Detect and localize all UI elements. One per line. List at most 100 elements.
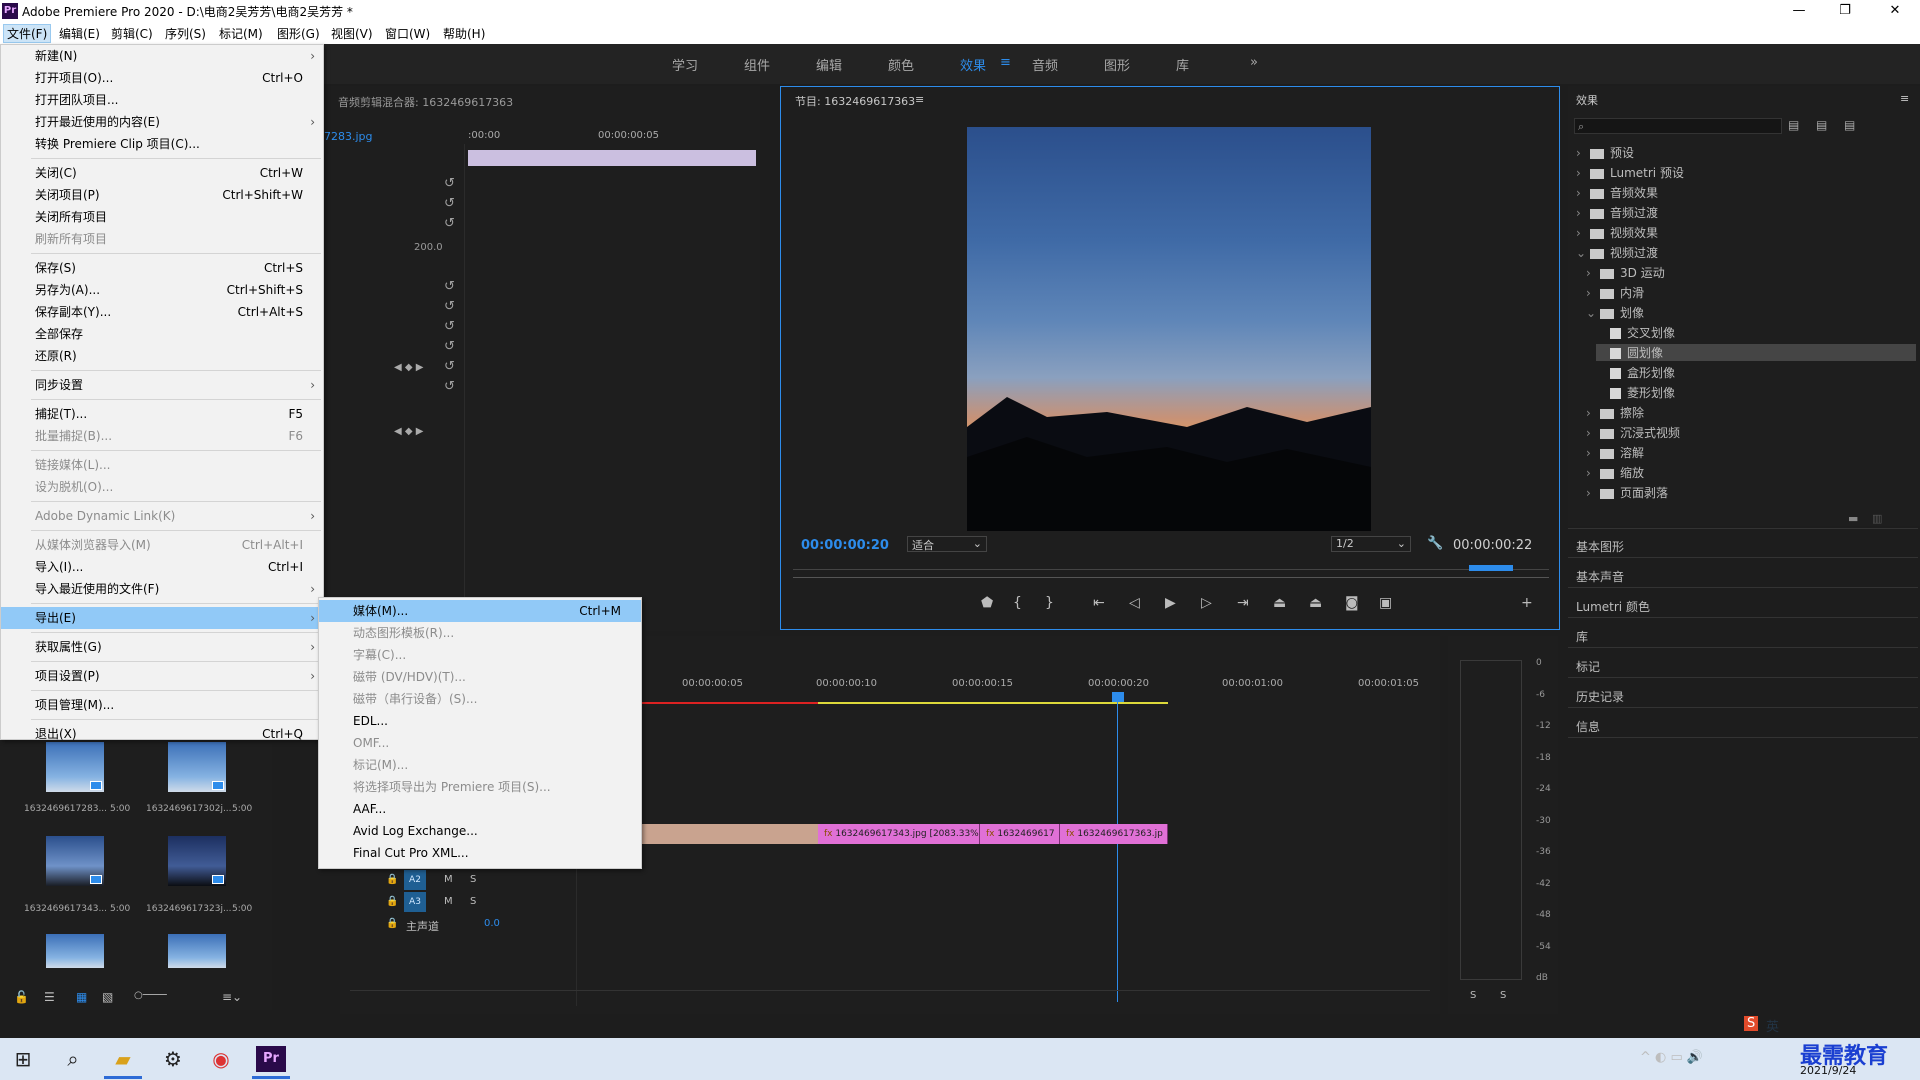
menu-view[interactable]: 视图(V) [328,25,376,42]
effects-item[interactable]: 圆划像 [1596,344,1916,361]
chevron-right-icon[interactable]: › [1586,406,1598,420]
effects-item[interactable]: 菱形划像 [1596,384,1675,401]
effects-item[interactable]: 交叉划像 [1596,324,1675,341]
keyframe-nav-icon[interactable]: ◀ ◆ ▶ [394,426,423,437]
step-forward-icon[interactable]: ▷ [1201,595,1212,611]
effects-folder[interactable]: › 擦除 [1586,404,1644,421]
file-menu-item[interactable]: 还原(R) [1,345,323,367]
chevron-right-icon[interactable]: › [1586,466,1598,480]
project-thumbnail[interactable] [46,836,104,886]
system-tray-icon[interactable]: ^ ◐ ▭ 🔊 [1640,1050,1703,1065]
comparison-view-icon[interactable]: ▣ [1379,595,1392,611]
export-menu-item[interactable]: AAF... [319,798,641,820]
timeline-clip[interactable]: fx 1632469617 [980,824,1060,844]
resolution-dropdown[interactable]: 1/2 ⌄ [1331,536,1411,552]
mixer-clip-name[interactable]: 7283.jpg [324,130,464,144]
effects-item[interactable]: 盒形划像 [1596,364,1675,381]
file-menu-item[interactable]: 链接媒体(L)... [1,454,323,476]
file-menu-item[interactable]: 打开团队项目... [1,89,323,111]
mixer-clip-bar[interactable] [468,150,756,166]
solo-left-button[interactable]: S [1470,990,1476,1001]
file-menu-item[interactable]: 批量捕捉(B)... F6 [1,425,323,447]
file-menu-item[interactable]: 全部保存 [1,323,323,345]
step-back-icon[interactable]: ◁ [1129,595,1140,611]
file-menu-item[interactable]: 新建(N) › [1,45,323,67]
program-current-timecode[interactable]: 00:00:00:20 [801,538,889,553]
panel-history[interactable]: 历史记录 [1576,688,1624,705]
play-icon[interactable]: ▶ [1165,595,1176,611]
close-button[interactable]: ✕ [1872,0,1918,22]
lift-icon[interactable]: ⏏ [1273,595,1286,611]
chevron-right-icon[interactable]: › [1586,426,1598,440]
zoom-slider[interactable]: ○──── [134,990,167,1001]
file-menu-item[interactable]: 项目设置(P) › [1,665,323,687]
premiere-taskbar-icon[interactable]: Pr [256,1046,286,1072]
export-menu-item[interactable]: 磁带 (DV/HDV)(T)... [319,666,641,688]
workspace-editing[interactable]: 编辑 [816,55,842,74]
export-menu-item[interactable]: 标记(M)... [319,754,641,776]
camera-icon[interactable]: ◙ [1345,595,1359,611]
file-menu-item[interactable]: 获取属性(G) › [1,636,323,658]
chevron-right-icon[interactable]: › [1576,186,1588,200]
chevron-right-icon[interactable]: › [1576,166,1588,180]
file-menu-item[interactable]: 项目管理(M)... [1,694,323,716]
add-button-icon[interactable]: + [1521,595,1533,611]
file-menu-item[interactable]: 转换 Premiere Clip 项目(C)... [1,133,323,155]
project-thumbnail[interactable] [168,742,226,792]
timeline-playhead-line[interactable] [1117,702,1118,1002]
mute-button[interactable]: M [444,896,453,907]
workspace-color[interactable]: 颜色 [888,55,914,74]
search-icon[interactable]: ⌕ [60,1046,86,1072]
new-bin-icon[interactable]: ▬ [1848,512,1858,525]
windows-start-icon[interactable]: ⊞ [10,1046,36,1072]
file-menu-item[interactable]: 导出(E) › [1,607,323,629]
export-menu-item[interactable]: 字幕(C)... [319,644,641,666]
fit-dropdown[interactable]: 适合 ⌄ [907,536,987,552]
file-menu-item[interactable]: 退出(X) Ctrl+Q [1,723,323,745]
export-menu-item[interactable]: 媒体(M)... Ctrl+M [319,600,641,622]
timeline-clip[interactable]: fx 1632469617363.jp [1060,824,1168,844]
file-menu-item[interactable]: 捕捉(T)... F5 [1,403,323,425]
reset-icon[interactable]: ↺ [444,279,455,294]
menu-window[interactable]: 窗口(W) [382,25,433,42]
effects-search-input[interactable]: ⌕ [1574,118,1782,134]
panel-markers[interactable]: 标记 [1576,658,1600,675]
mute-button[interactable]: M [444,874,453,885]
list-view-icon[interactable]: ☰ [44,990,55,1004]
settings-gear-icon[interactable]: ⚙ [160,1046,186,1072]
effects-folder[interactable]: ⌄ 视频过渡 [1576,244,1658,261]
master-volume-value[interactable]: 0.0 [484,918,500,929]
ime-logo-icon[interactable]: S [1744,1016,1759,1031]
icon-view-icon[interactable]: ▦ [76,990,87,1004]
effects-folder[interactable]: › 内滑 [1586,284,1644,301]
workspace-assembly[interactable]: 组件 [744,55,770,74]
export-menu-item[interactable]: Avid Log Exchange... [319,820,641,842]
chevron-right-icon[interactable]: › [1586,266,1598,280]
project-thumbnail[interactable] [46,742,104,792]
file-menu-item[interactable]: 同步设置 › [1,374,323,396]
sort-icon[interactable]: ≡⌄ [222,990,242,1004]
menu-clip[interactable]: 剪辑(C) [108,25,156,42]
reset-icon[interactable]: ↺ [444,196,455,211]
project-thumbnail[interactable] [168,836,226,886]
chevron-right-icon[interactable]: › [1576,146,1588,160]
solo-right-button[interactable]: S [1500,990,1506,1001]
chevron-right-icon[interactable]: › [1586,286,1598,300]
effects-folder[interactable]: › Lumetri 预设 [1576,164,1684,181]
timeline-playhead-handle[interactable] [1112,692,1124,702]
ime-language[interactable]: 英 [1766,1016,1779,1035]
export-menu-item[interactable]: OMF... [319,732,641,754]
workspace-graphics[interactable]: 图形 [1104,55,1130,74]
menu-marker[interactable]: 标记(M) [216,25,266,42]
export-menu-item[interactable]: Final Cut Pro XML... [319,842,641,864]
timeline-clip[interactable]: fx 1632469617343.jpg [2083.33%] [818,824,980,844]
lock-icon[interactable]: 🔒 [386,896,398,907]
workspace-libraries[interactable]: 库 [1176,55,1189,74]
program-menu-icon[interactable]: ≡ [915,93,924,106]
32bit-effects-icon[interactable]: ▤ [1816,118,1827,132]
lock-icon[interactable]: 🔒 [386,874,398,885]
file-menu-item[interactable]: 保存副本(Y)... Ctrl+Alt+S [1,301,323,323]
effects-folder[interactable]: › 视频效果 [1576,224,1658,241]
file-menu-item[interactable]: 打开最近使用的内容(E) › [1,111,323,133]
track-a2-toggle[interactable]: A2 [404,870,426,890]
